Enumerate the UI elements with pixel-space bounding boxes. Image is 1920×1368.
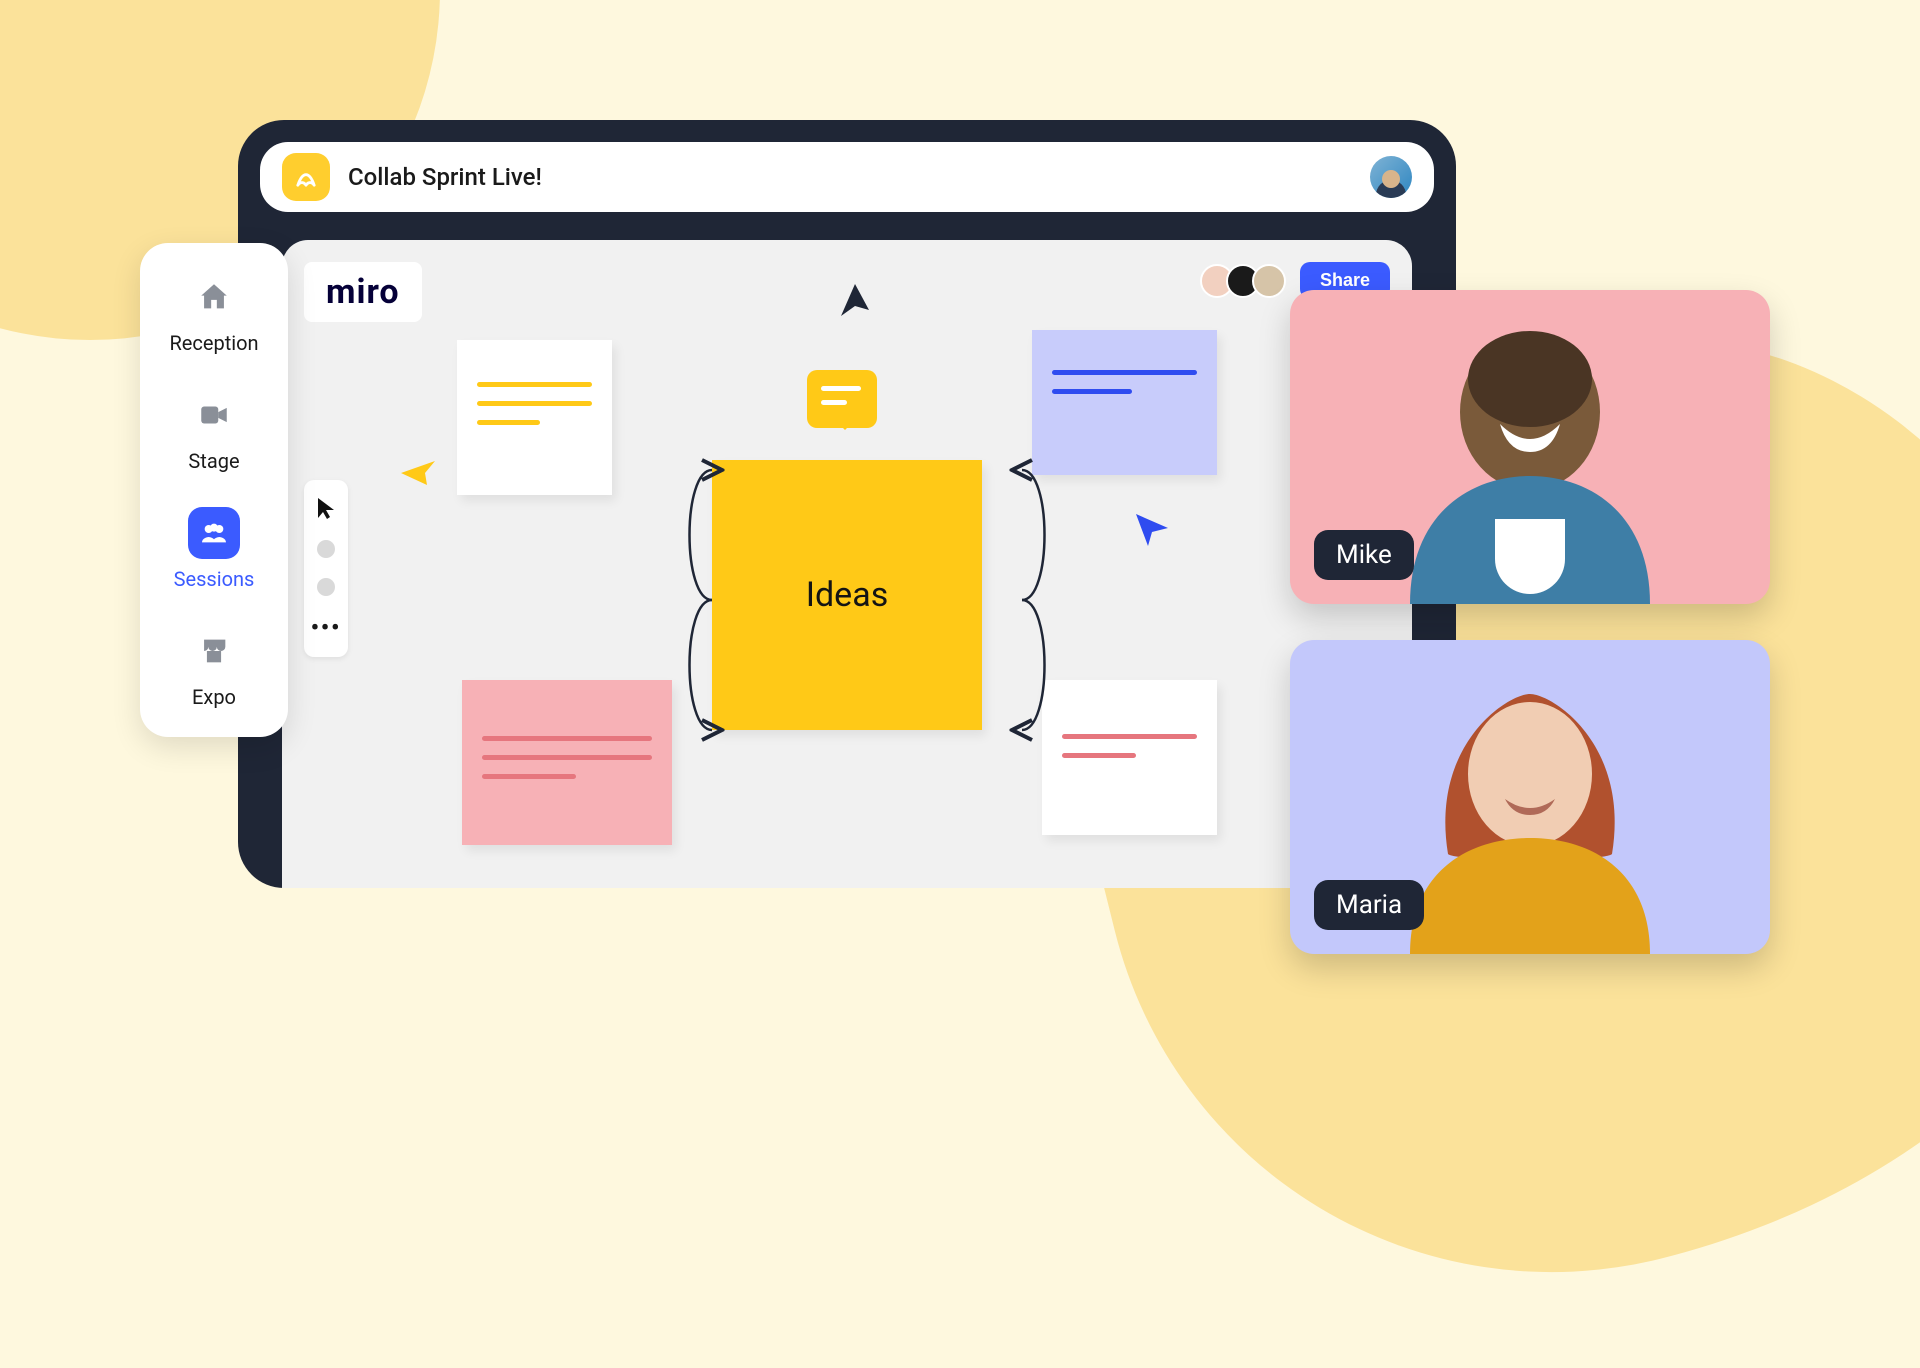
current-user-avatar[interactable]	[1370, 156, 1412, 198]
participant-video-mike[interactable]: Mike	[1290, 290, 1770, 604]
center-sticky[interactable]: Ideas	[712, 460, 982, 730]
miro-canvas[interactable]: miro Share •••	[282, 240, 1412, 888]
remote-cursor	[837, 280, 873, 320]
session-window: Collab Sprint Live! miro Share •••	[238, 120, 1456, 888]
sticky-note[interactable]	[457, 340, 612, 495]
home-icon	[188, 271, 240, 323]
sticky-note[interactable]	[1042, 680, 1217, 835]
remote-cursor	[1132, 510, 1172, 550]
participant-video-maria[interactable]: Maria	[1290, 640, 1770, 954]
participant-name: Maria	[1314, 880, 1424, 930]
nav-label: Stage	[188, 449, 239, 473]
sticky-note[interactable]	[462, 680, 672, 845]
nav-sessions[interactable]: Sessions	[140, 507, 288, 591]
tool-slot[interactable]	[317, 578, 335, 596]
miro-logo: miro	[304, 262, 422, 322]
cursor-tool-icon[interactable]	[316, 496, 336, 520]
remote-cursor	[397, 455, 437, 491]
toolbar[interactable]: •••	[304, 480, 348, 657]
nav-label: Reception	[169, 331, 258, 355]
collaborator-avatars[interactable]	[1208, 264, 1286, 298]
booth-icon	[188, 625, 240, 677]
center-sticky-text: Ideas	[806, 575, 889, 615]
people-icon	[188, 507, 240, 559]
nav-label: Expo	[192, 685, 236, 709]
person-avatar	[1370, 304, 1690, 604]
nav-expo[interactable]: Expo	[140, 625, 288, 709]
brand-logo	[282, 153, 330, 201]
nav-reception[interactable]: Reception	[140, 271, 288, 355]
titlebar: Collab Sprint Live!	[260, 142, 1434, 212]
more-tools-icon[interactable]: •••	[311, 616, 341, 641]
video-icon	[188, 389, 240, 441]
comment-icon[interactable]	[807, 370, 877, 428]
participant-name: Mike	[1314, 530, 1414, 580]
nav-stage[interactable]: Stage	[140, 389, 288, 473]
tool-slot[interactable]	[317, 540, 335, 558]
nav-label: Sessions	[174, 567, 255, 591]
session-title: Collab Sprint Live!	[348, 163, 542, 191]
sticky-note[interactable]	[1032, 330, 1217, 475]
side-nav: Reception Stage Sessions Expo	[140, 243, 288, 737]
